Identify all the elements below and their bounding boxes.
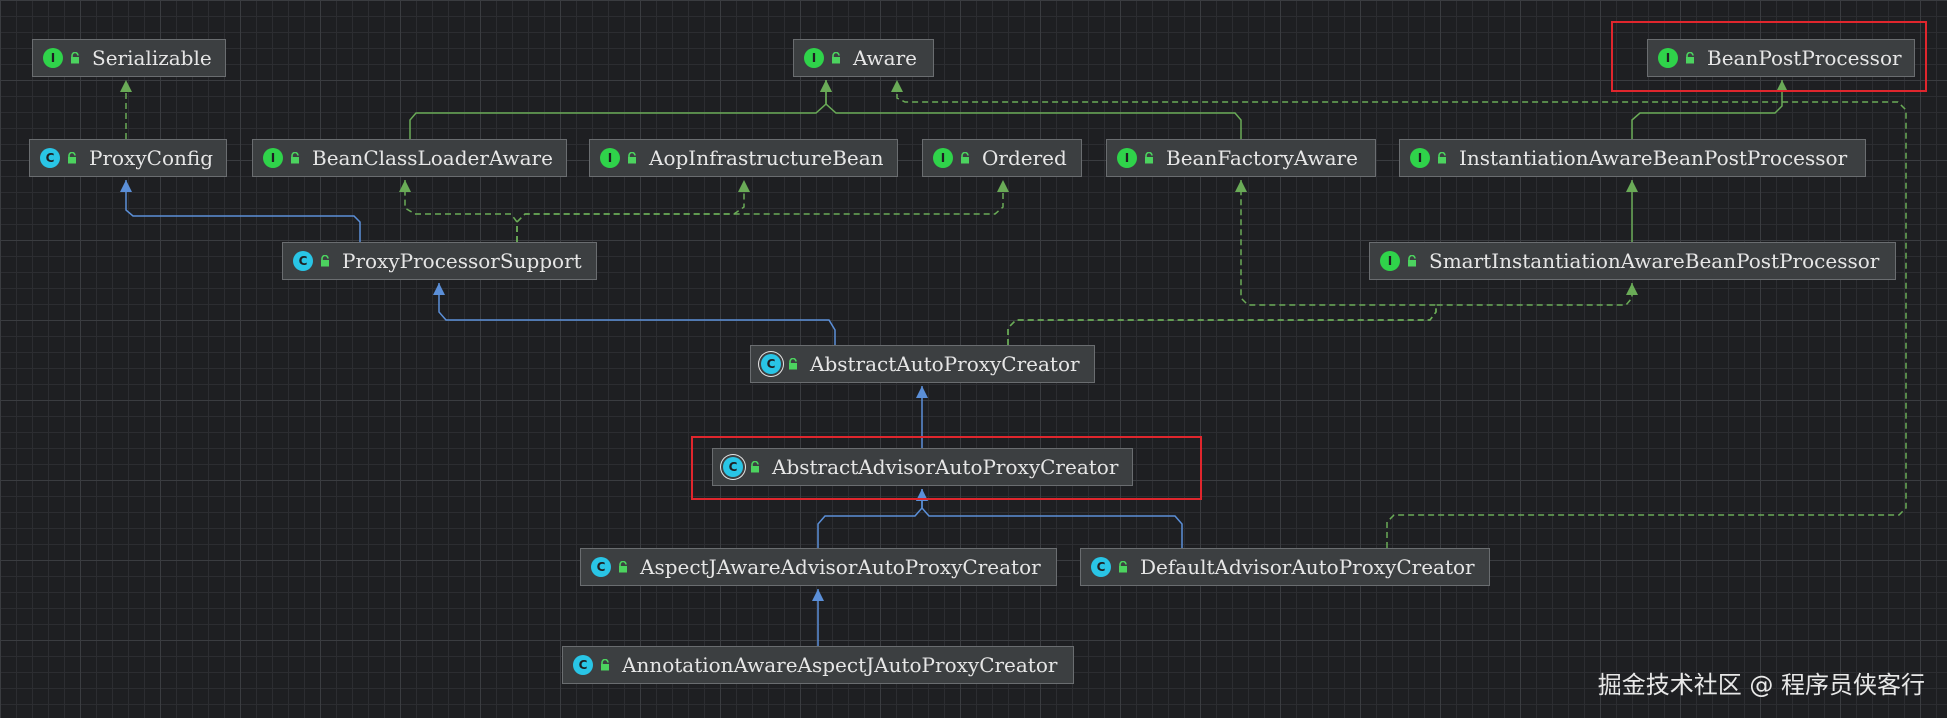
lock-icon xyxy=(628,152,636,164)
node-label: BeanClassLoaderAware xyxy=(312,146,553,170)
node-bean-post-processor[interactable]: I BeanPostProcessor xyxy=(1647,39,1915,77)
node-label: SmartInstantiationAwareBeanPostProcessor xyxy=(1429,249,1880,273)
node-aop-infrastructure-bean[interactable]: I AopInfrastructureBean xyxy=(589,139,898,177)
node-aspectj-aware-advisor-auto-proxy-creator[interactable]: C AspectJAwareAdvisorAutoProxyCreator xyxy=(580,548,1057,586)
edge-extends xyxy=(438,283,836,345)
edge-extends xyxy=(825,80,1242,139)
interface-icon: I xyxy=(1410,148,1430,168)
lock-icon xyxy=(291,152,299,164)
node-label: AnnotationAwareAspectJAutoProxyCreator xyxy=(622,653,1058,677)
interface-icon: I xyxy=(600,148,620,168)
edge-implements xyxy=(404,180,518,242)
arrowhead-icon xyxy=(997,180,1009,192)
abstract-class-icon: C xyxy=(761,354,781,374)
interface-icon: I xyxy=(263,148,283,168)
node-annotation-aware-aspectj-auto-proxy-creator[interactable]: C AnnotationAwareAspectJAutoProxyCreator xyxy=(562,646,1074,684)
interface-icon: I xyxy=(804,48,824,68)
node-serializable[interactable]: I Serializable xyxy=(32,39,226,77)
node-proxy-config[interactable]: C ProxyConfig xyxy=(29,139,227,177)
lock-icon xyxy=(71,52,79,64)
node-label: InstantiationAwareBeanPostProcessor xyxy=(1459,146,1848,170)
lock-icon xyxy=(751,461,759,473)
interface-icon: I xyxy=(1658,48,1678,68)
node-bean-class-loader-aware[interactable]: I BeanClassLoaderAware xyxy=(252,139,567,177)
node-aware[interactable]: I Aware xyxy=(793,39,934,77)
node-abstract-advisor-auto-proxy-creator[interactable]: C AbstractAdvisorAutoProxyCreator xyxy=(712,448,1133,486)
node-label: AopInfrastructureBean xyxy=(649,146,884,170)
node-label: AspectJAwareAdvisorAutoProxyCreator xyxy=(640,555,1041,579)
arrowhead-icon xyxy=(891,80,903,92)
arrowhead-icon xyxy=(1626,283,1638,295)
node-label: Serializable xyxy=(92,46,212,70)
node-smart-instantiation-aware-bean-post-processor[interactable]: I SmartInstantiationAwareBeanPostProcess… xyxy=(1369,242,1896,280)
lock-icon xyxy=(832,52,840,64)
interface-icon: I xyxy=(1117,148,1137,168)
node-label: BeanFactoryAware xyxy=(1166,146,1358,170)
node-label: ProxyProcessorSupport xyxy=(342,249,582,273)
node-label: DefaultAdvisorAutoProxyCreator xyxy=(1140,555,1475,579)
class-icon: C xyxy=(591,557,611,577)
arrowhead-icon xyxy=(399,180,411,192)
edge-implements xyxy=(1007,283,1633,345)
arrowhead-icon xyxy=(738,180,750,192)
node-bean-factory-aware[interactable]: I BeanFactoryAware xyxy=(1106,139,1376,177)
node-label: ProxyConfig xyxy=(89,146,214,170)
interface-icon: I xyxy=(1380,251,1400,271)
interface-icon: I xyxy=(933,148,953,168)
arrowhead-icon xyxy=(120,180,132,192)
node-instantiation-aware-bean-post-processor[interactable]: I InstantiationAwareBeanPostProcessor xyxy=(1399,139,1866,177)
arrowhead-icon xyxy=(433,283,445,295)
lock-icon xyxy=(961,152,969,164)
arrowhead-icon xyxy=(812,589,824,601)
node-label: AbstractAdvisorAutoProxyCreator xyxy=(772,455,1119,479)
node-default-advisor-auto-proxy-creator[interactable]: C DefaultAdvisorAutoProxyCreator xyxy=(1080,548,1490,586)
node-label: Ordered xyxy=(982,146,1067,170)
node-abstract-auto-proxy-creator[interactable]: C AbstractAutoProxyCreator xyxy=(750,345,1095,383)
lock-icon xyxy=(1686,52,1694,64)
edge-extends xyxy=(125,180,361,242)
node-proxy-processor-support[interactable]: C ProxyProcessorSupport xyxy=(282,242,597,280)
node-label: AbstractAutoProxyCreator xyxy=(810,352,1080,376)
class-icon: C xyxy=(1091,557,1111,577)
edge-implements xyxy=(516,180,745,242)
lock-icon xyxy=(619,561,627,573)
edge-extends xyxy=(409,80,827,139)
arrowhead-icon xyxy=(1235,180,1247,192)
arrowhead-icon xyxy=(820,80,832,92)
arrowhead-icon xyxy=(916,386,928,398)
interface-icon: I xyxy=(43,48,63,68)
lock-icon xyxy=(321,255,329,267)
watermark-text: 掘金技术社区 @ 程序员侠客行 xyxy=(1597,671,1925,699)
node-ordered[interactable]: I Ordered xyxy=(922,139,1082,177)
node-label: BeanPostProcessor xyxy=(1707,46,1902,70)
lock-icon xyxy=(789,358,797,370)
class-icon: C xyxy=(573,655,593,675)
arrowhead-icon xyxy=(1626,180,1638,192)
lock-icon xyxy=(601,659,609,671)
class-icon: C xyxy=(40,148,60,168)
edge-implements xyxy=(516,180,1004,242)
class-icon: C xyxy=(293,251,313,271)
abstract-class-icon: C xyxy=(723,457,743,477)
lock-icon xyxy=(68,152,76,164)
arrowhead-icon xyxy=(120,80,132,92)
uml-class-diagram: I Serializable I Aware I BeanPostProcess… xyxy=(0,0,1947,718)
lock-icon xyxy=(1145,152,1153,164)
lock-icon xyxy=(1408,255,1416,267)
lock-icon xyxy=(1119,561,1127,573)
node-label: Aware xyxy=(853,46,917,70)
lock-icon xyxy=(1438,152,1446,164)
